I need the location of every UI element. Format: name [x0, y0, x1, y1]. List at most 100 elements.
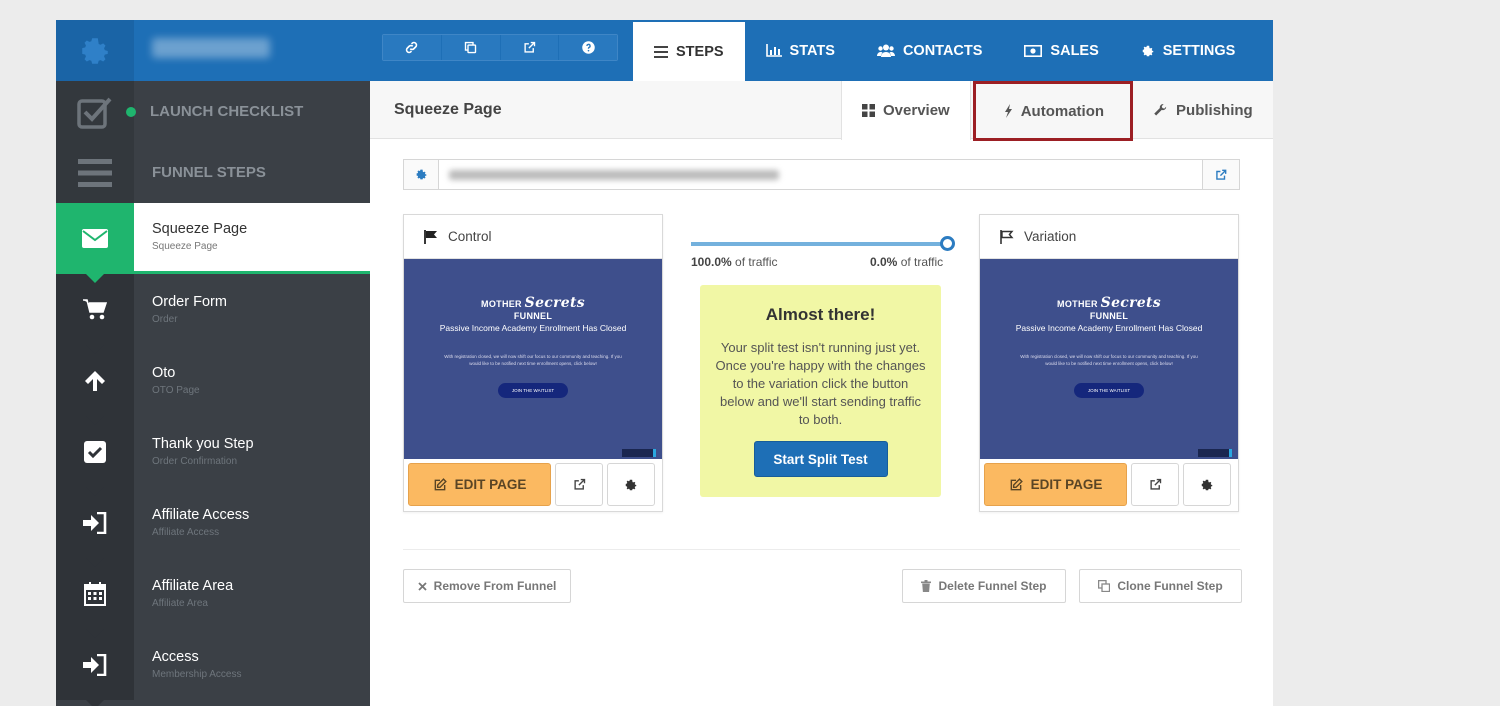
- top-bar: STEPS STATS CONTACTS SALES SETTINGS: [56, 20, 1273, 81]
- checkbox-icon: [56, 416, 134, 496]
- control-open-button[interactable]: [555, 463, 603, 506]
- step-subtitle: Membership Access: [152, 669, 242, 680]
- variation-label: Variation: [1024, 229, 1077, 244]
- help-icon[interactable]: [559, 35, 617, 60]
- tab-automation[interactable]: Automation: [972, 81, 1134, 141]
- variation-settings-button[interactable]: [1183, 463, 1231, 506]
- app-window: STEPS STATS CONTACTS SALES SETTINGS LAUN…: [56, 20, 1273, 706]
- step-subtitle: Affiliate Area: [152, 598, 208, 609]
- nav-settings[interactable]: SETTINGS: [1120, 20, 1257, 81]
- control-traffic-label: 100.0% of traffic: [691, 255, 778, 269]
- sidebar-item-affiliate-area[interactable]: Affiliate Area Affiliate Area: [56, 558, 370, 638]
- variation-page-preview[interactable]: MOTHER Secrets FUNNEL Passive Income Acad…: [980, 259, 1238, 459]
- funnel-steps-row: FUNNEL STEPS: [56, 142, 370, 203]
- user-name-blurred: [152, 38, 270, 58]
- users-icon: [876, 44, 895, 57]
- delete-funnel-step-button[interactable]: Delete Funnel Step: [902, 569, 1066, 603]
- clone-label: Clone Funnel Step: [1117, 579, 1223, 593]
- sidebar-item-squeeze-page[interactable]: Squeeze Page Squeeze Page: [56, 203, 370, 283]
- sidebar-item-affiliate-access[interactable]: Affiliate Access Affiliate Access: [56, 487, 370, 567]
- gear-icon: [1142, 45, 1154, 56]
- step-subtitle: OTO Page: [152, 385, 200, 396]
- external-link-icon: [1149, 478, 1161, 490]
- nav-contacts[interactable]: CONTACTS: [856, 20, 1003, 81]
- nav-stats-label: STATS: [789, 42, 835, 59]
- flag-icon: [424, 229, 437, 244]
- preview-headline: Passive Income Academy Enrollment Has Cl…: [439, 323, 627, 333]
- control-edit-page-button[interactable]: EDIT PAGE: [408, 463, 551, 506]
- preview-body: With registration closed, we will now sh…: [444, 354, 622, 366]
- sidebar-item-access[interactable]: Access Membership Access: [56, 629, 370, 706]
- start-split-test-button[interactable]: Start Split Test: [753, 441, 888, 477]
- funnel-steps-label: FUNNEL STEPS: [134, 142, 370, 203]
- preview-waitlist-button: JOIN THE WAITLIST: [1074, 383, 1144, 398]
- nav-contacts-label: CONTACTS: [902, 42, 983, 59]
- traffic-handle[interactable]: [940, 236, 955, 251]
- step-tabs: Overview Automation Publishing: [841, 81, 1273, 141]
- external-link-icon: [573, 478, 585, 490]
- page-url-bar: [403, 159, 1240, 190]
- delete-label: Delete Funnel Step: [938, 579, 1047, 593]
- copy-icon[interactable]: [441, 35, 501, 60]
- remove-from-funnel-button[interactable]: Remove From Funnel: [403, 569, 571, 603]
- bolt-icon: [1004, 104, 1012, 118]
- money-icon: [1024, 44, 1043, 57]
- link-icon[interactable]: [383, 35, 442, 60]
- nav-steps-label: STEPS: [676, 43, 724, 60]
- control-settings-button[interactable]: [607, 463, 655, 506]
- grid-icon: [862, 104, 875, 117]
- step-title: Oto: [152, 365, 176, 381]
- hamburger-icon: [56, 142, 134, 203]
- variation-traffic-label: 0.0% of traffic: [870, 255, 944, 269]
- preview-logo: MOTHER Secrets FUNNEL: [481, 295, 585, 321]
- external-link-icon[interactable]: [500, 35, 560, 60]
- url-settings-button[interactable]: [404, 160, 439, 189]
- arrow-up-icon: [56, 345, 134, 425]
- notice-title: Almost there!: [765, 305, 876, 324]
- step-title: Order Form: [152, 294, 227, 310]
- sidebar-item-order-form[interactable]: Order Form Order: [56, 274, 370, 354]
- tab-publishing[interactable]: Publishing: [1133, 81, 1273, 139]
- notice-body: Your split test isn't running just yet. …: [715, 340, 926, 427]
- calendar-icon: [56, 558, 134, 638]
- clone-funnel-step-button[interactable]: Clone Funnel Step: [1079, 569, 1242, 603]
- sidebar-item-thank-you-step[interactable]: Thank you Step Order Confirmation: [56, 416, 370, 496]
- page-url-input[interactable]: [439, 160, 1202, 189]
- bars-icon: [654, 45, 668, 58]
- control-page-preview[interactable]: MOTHER Secrets FUNNEL Passive Income Acad…: [404, 259, 662, 459]
- nav-sales-label: SALES: [1050, 42, 1099, 59]
- page-title: Squeeze Page: [394, 101, 502, 118]
- variation-open-button[interactable]: [1131, 463, 1179, 506]
- split-test-notice: Almost there! Your split test isn't runn…: [700, 285, 941, 497]
- url-blurred: [449, 169, 779, 180]
- preview-waitlist-button: JOIN THE WAITLIST: [498, 383, 568, 398]
- launch-checklist-label: LAUNCH CHECKLIST: [150, 103, 304, 120]
- gear-icon: [416, 169, 426, 180]
- variation-edit-page-button[interactable]: EDIT PAGE: [984, 463, 1127, 506]
- divider: [403, 549, 1240, 550]
- gear-logo-icon[interactable]: [56, 20, 134, 81]
- tab-overview[interactable]: Overview: [841, 81, 971, 140]
- gear-icon: [625, 479, 637, 490]
- envelope-icon: [56, 203, 134, 283]
- step-subtitle: Order: [152, 314, 178, 325]
- sidebar-item-oto[interactable]: Oto OTO Page: [56, 345, 370, 425]
- step-subtitle: Squeeze Page: [152, 241, 218, 252]
- control-label: Control: [448, 229, 492, 244]
- cart-icon: [56, 274, 134, 354]
- edit-icon: [434, 477, 447, 490]
- launch-checklist-row[interactable]: LAUNCH CHECKLIST: [56, 81, 370, 142]
- step-subtitle: Affiliate Access: [152, 527, 220, 538]
- tab-publishing-label: Publishing: [1176, 101, 1253, 119]
- nav-settings-label: SETTINGS: [1162, 42, 1236, 59]
- nav-stats[interactable]: STATS: [745, 20, 856, 81]
- preview-logo: MOTHER Secrets FUNNEL: [1057, 295, 1161, 321]
- preview-badge: [622, 449, 656, 457]
- remove-label: Remove From Funnel: [433, 579, 557, 593]
- open-url-button[interactable]: [1202, 160, 1239, 189]
- nav-sales[interactable]: SALES: [1003, 20, 1119, 81]
- clone-icon: [1098, 580, 1111, 592]
- nav-steps[interactable]: STEPS: [633, 22, 745, 81]
- step-header: Squeeze Page Overview Automation Publish…: [370, 81, 1273, 141]
- tab-automation-label: Automation: [1020, 102, 1105, 120]
